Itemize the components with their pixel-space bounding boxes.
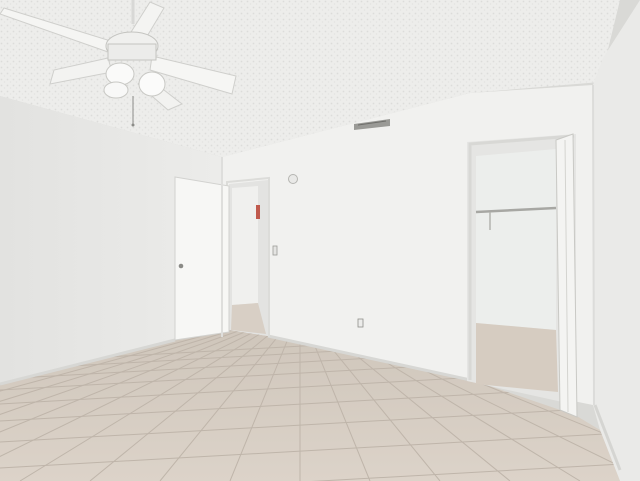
hallway-far-wall — [232, 186, 258, 305]
power-outlet-icon — [357, 318, 364, 328]
open-door[interactable] — [174, 176, 230, 341]
hallway-wall-sign — [256, 205, 260, 219]
closet-interior — [476, 149, 556, 330]
wall-corner-right — [592, 84, 595, 406]
door-knob[interactable] — [178, 263, 184, 269]
thermostat-icon — [288, 174, 298, 184]
room-illustration — [0, 0, 640, 481]
light-switch-icon[interactable] — [272, 245, 278, 256]
room-photo — [0, 0, 640, 481]
closet-floor — [476, 323, 558, 392]
right-wall — [593, 0, 640, 481]
